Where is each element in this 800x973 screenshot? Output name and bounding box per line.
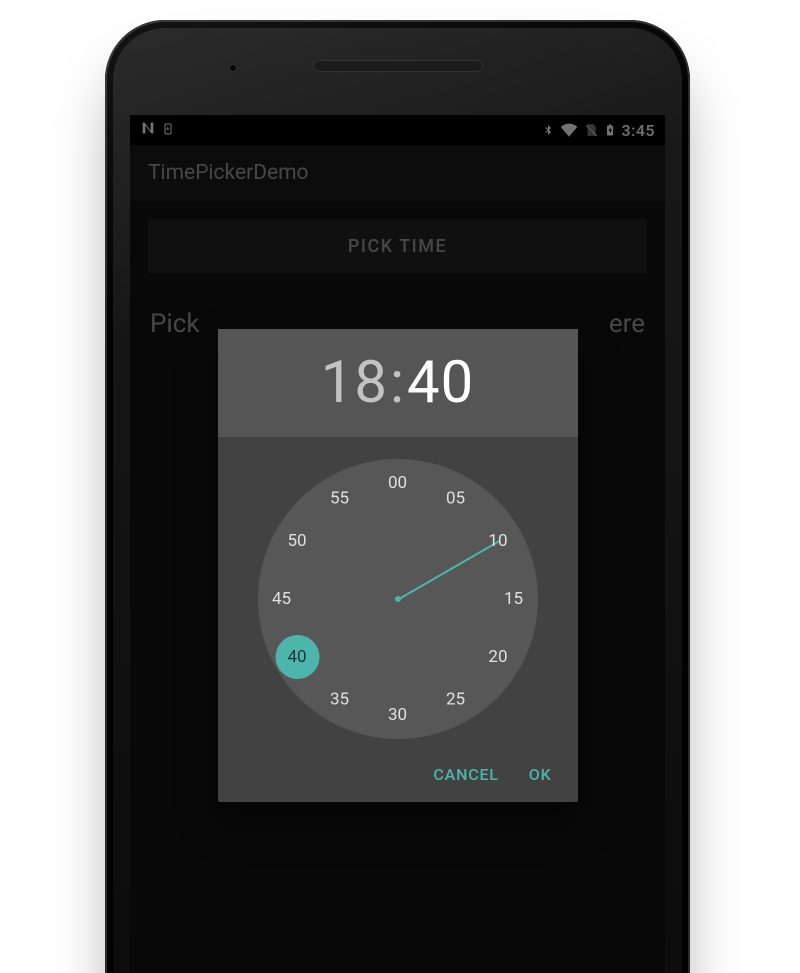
clock-tick-15[interactable]: 15 (492, 577, 536, 621)
time-picker-hours[interactable]: 18 (321, 349, 388, 417)
clock-tick-45[interactable]: 45 (260, 577, 304, 621)
clock-selection-knob[interactable]: 40 (275, 635, 319, 679)
clock-face[interactable]: 40 00 0510 15 2025 30 35 45 5055 (258, 459, 538, 739)
dialog-actions: CANCEL OK (218, 747, 578, 790)
clock-tick-25[interactable]: 25 (434, 677, 478, 721)
clock-tick-05[interactable]: 05 (434, 477, 478, 521)
clock-tick-00[interactable]: 00 (376, 461, 420, 505)
clock-area: 40 00 0510 15 2025 30 35 45 5055 (218, 437, 578, 747)
time-display-colon: : (390, 349, 405, 417)
time-picker-dialog: 18 : 40 40 00 0510 15 2025 30 35 45 5055 CANCEL… (218, 329, 578, 802)
clock-tick-55[interactable]: 55 (318, 477, 362, 521)
front-camera (229, 64, 237, 72)
stage: 3:45 TimePickerDemo PICK TIME Pick ere (0, 0, 800, 973)
time-display: 18 : 40 (321, 349, 474, 417)
ok-button[interactable]: OK (529, 765, 552, 784)
clock-tick-35[interactable]: 35 (318, 677, 362, 721)
clock-tick-10[interactable]: 10 (476, 519, 520, 563)
time-picker-header: 18 : 40 (218, 329, 578, 437)
phone-chassis: 3:45 TimePickerDemo PICK TIME Pick ere (105, 20, 690, 973)
time-picker-minutes[interactable]: 40 (407, 349, 474, 417)
clock-center-dot (395, 596, 401, 602)
device-screen: 3:45 TimePickerDemo PICK TIME Pick ere (130, 115, 665, 973)
clock-tick-30[interactable]: 30 (376, 693, 420, 737)
clock-tick-20[interactable]: 20 (476, 635, 520, 679)
earpiece-speaker (313, 60, 483, 72)
cancel-button[interactable]: CANCEL (433, 765, 498, 784)
clock-tick-50[interactable]: 50 (275, 519, 319, 563)
